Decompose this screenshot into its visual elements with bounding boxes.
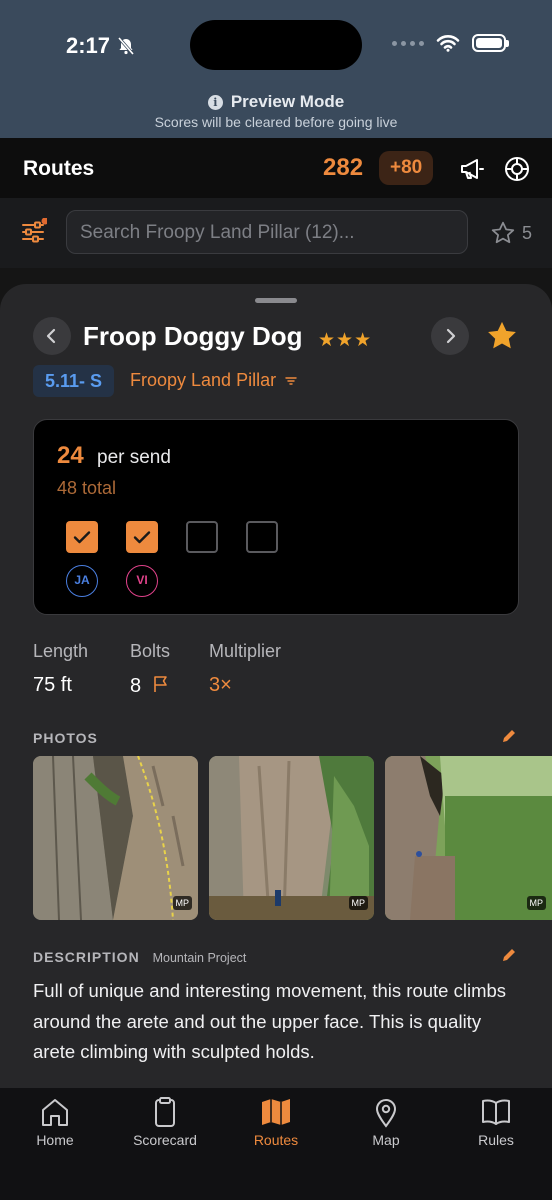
photo-rock-pillar bbox=[209, 756, 374, 920]
tab-label: Rules bbox=[478, 1132, 514, 1148]
send-checkbox-3[interactable] bbox=[186, 521, 218, 553]
lifebuoy-icon[interactable] bbox=[504, 156, 530, 182]
mountain-project-badge: MP bbox=[348, 896, 368, 910]
grade-badge: 5.11- S bbox=[33, 365, 115, 397]
multiplier-label: Multiplier bbox=[209, 641, 282, 661]
send-checkbox-2[interactable] bbox=[126, 521, 158, 553]
description-text: Full of unique and interesting movement,… bbox=[33, 980, 507, 1062]
info-icon: i bbox=[207, 95, 223, 110]
flag-icon bbox=[153, 676, 167, 692]
climber-avatar-vi: VI bbox=[126, 565, 158, 597]
status-indicators bbox=[392, 34, 509, 52]
bell-muted-icon bbox=[117, 37, 135, 55]
tab-label: Routes bbox=[253, 1132, 299, 1148]
bolts-label: Bolts bbox=[130, 641, 171, 661]
megaphone-icon[interactable] bbox=[459, 156, 485, 182]
tab-home[interactable]: Home bbox=[0, 1096, 110, 1148]
send-checkbox-4[interactable] bbox=[246, 521, 278, 553]
status-time: 2:17 bbox=[66, 33, 136, 59]
tab-label: Map bbox=[372, 1132, 400, 1148]
tab-routes[interactable]: Routes bbox=[221, 1096, 331, 1148]
chevron-left-icon bbox=[46, 328, 56, 344]
preview-mode-subtitle: Scores will be cleared before going live bbox=[154, 114, 398, 130]
book-icon bbox=[482, 1099, 510, 1125]
sheet-grabber[interactable] bbox=[255, 298, 297, 303]
map-pin-icon bbox=[375, 1099, 397, 1128]
preview-mode-title: i Preview Mode bbox=[0, 92, 552, 112]
tab-label: Home bbox=[36, 1132, 74, 1148]
map-folded-icon bbox=[262, 1099, 290, 1125]
bottom-tab-bar: Home Scorecard Routes Map Rules bbox=[0, 1088, 552, 1200]
points-total: 48 total bbox=[57, 478, 117, 498]
points-per-send: 24 bbox=[57, 442, 84, 469]
length-value: 75 ft bbox=[33, 674, 72, 696]
filter-lines-icon bbox=[285, 377, 297, 385]
starred-count: 5 bbox=[521, 222, 532, 243]
route-name: Froop Doggy Dog bbox=[83, 321, 303, 351]
dynamic-island bbox=[190, 20, 362, 70]
mountain-project-badge: MP bbox=[526, 896, 546, 910]
route-quality-stars: ★★★ bbox=[318, 330, 373, 351]
multiplier-value: 3× bbox=[209, 674, 232, 696]
signal-icon bbox=[392, 40, 424, 46]
search-row: Search Froopy Land Pillar (12)... 5 bbox=[0, 198, 552, 268]
climber-avatar-ja: JA bbox=[66, 565, 98, 597]
tab-label: Scorecard bbox=[133, 1132, 197, 1148]
bolts-count: 8 bbox=[130, 675, 142, 697]
tab-rules[interactable]: Rules bbox=[441, 1096, 551, 1148]
star-outline-icon bbox=[491, 221, 515, 244]
route-photo-3[interactable]: MP bbox=[385, 756, 552, 920]
clipboard-icon bbox=[155, 1097, 175, 1127]
routes-header: Routes 282 +80 bbox=[0, 138, 552, 198]
send-score-card: 24 per send 48 total JA VI bbox=[33, 419, 519, 615]
edit-photos-pencil-icon[interactable] bbox=[500, 727, 518, 745]
route-photo-2[interactable]: MP bbox=[209, 756, 374, 920]
route-photo-1[interactable]: MP bbox=[33, 756, 198, 920]
favorite-star-icon[interactable] bbox=[485, 319, 519, 353]
description-title: DESCRIPTION bbox=[33, 949, 140, 965]
description-source: Mountain Project bbox=[152, 951, 247, 965]
checkmark-icon bbox=[133, 531, 151, 544]
photo-rock-arete bbox=[33, 756, 198, 920]
next-route-button[interactable] bbox=[431, 317, 469, 355]
area-name: Froopy Land Pillar bbox=[130, 370, 277, 390]
battery-icon bbox=[472, 34, 509, 52]
score-delta-badge: +80 bbox=[379, 151, 434, 185]
chevron-right-icon bbox=[446, 328, 456, 344]
filter-sliders-icon[interactable] bbox=[21, 218, 47, 244]
photos-heading: PHOTOS bbox=[33, 730, 98, 746]
home-icon bbox=[42, 1099, 68, 1126]
previous-route-button[interactable] bbox=[33, 317, 71, 355]
send-checkbox-1[interactable] bbox=[66, 521, 98, 553]
search-input[interactable]: Search Froopy Land Pillar (12)... bbox=[66, 210, 468, 254]
photo-rock-forest bbox=[385, 756, 552, 920]
mountain-project-badge: MP bbox=[172, 896, 192, 910]
page-title: Routes bbox=[23, 157, 95, 180]
top-banner: 2:17 i Preview Mode Scores will be cleare… bbox=[0, 0, 552, 138]
tab-scorecard[interactable]: Scorecard bbox=[110, 1096, 220, 1148]
starred-filter[interactable]: 5 bbox=[490, 220, 532, 246]
length-label: Length bbox=[33, 641, 89, 661]
route-detail-sheet: Froop Doggy Dog ★★★ 5.11- S Froopy Land … bbox=[0, 284, 552, 1088]
edit-description-pencil-icon[interactable] bbox=[500, 946, 518, 964]
bolts-value: 8 bbox=[130, 674, 171, 698]
description-heading: DESCRIPTION Mountain Project bbox=[33, 949, 246, 965]
wifi-icon bbox=[436, 35, 460, 52]
area-link[interactable]: Froopy Land Pillar bbox=[130, 370, 297, 391]
points-label: per send bbox=[97, 447, 171, 468]
checkmark-icon bbox=[73, 531, 91, 544]
score-total: 282 bbox=[323, 154, 364, 181]
tab-map[interactable]: Map bbox=[331, 1096, 441, 1148]
